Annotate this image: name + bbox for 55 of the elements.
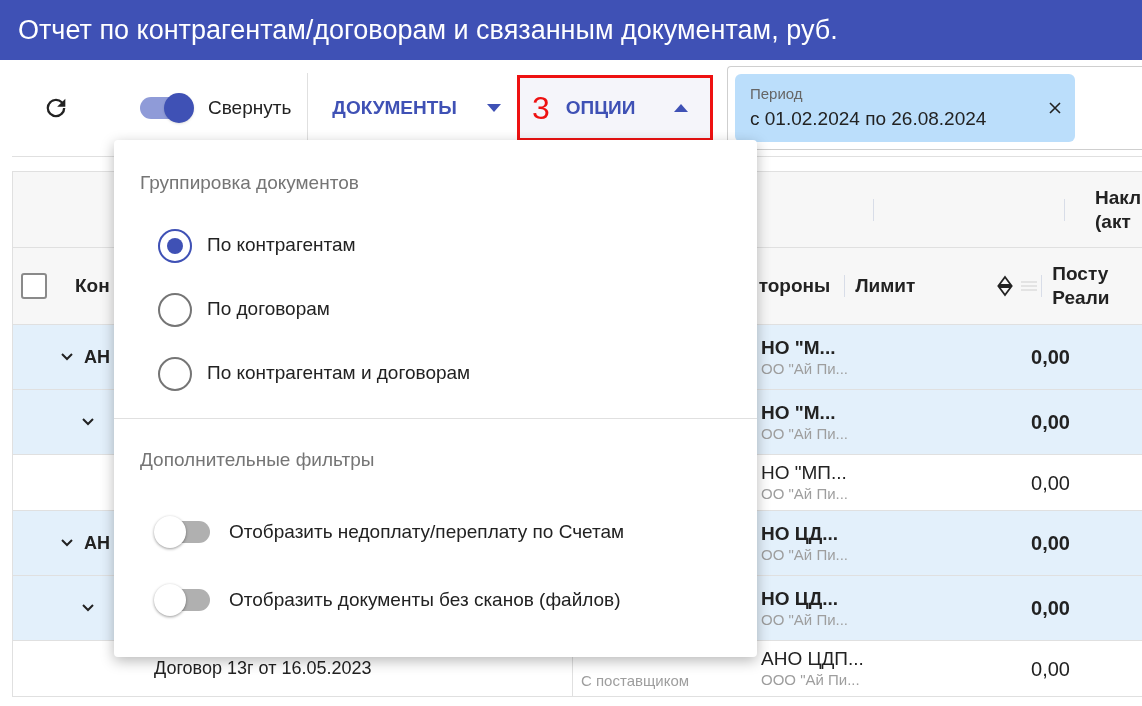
caret-icon [674,104,688,112]
party-name: ОО "Ай Пи... [761,424,850,444]
caret-icon [487,104,501,112]
party-name: НО ЦД... [761,586,840,611]
limit-value: 0,00 [1031,345,1070,370]
close-icon[interactable] [1049,102,1061,114]
row-name: Договор 13г от 16.05.2023 [154,657,372,680]
collapse-switch[interactable] [140,94,196,122]
limit-value: 0,00 [1031,596,1070,621]
party-name: АНО ЦДП... [761,647,865,671]
toggle-switch[interactable] [154,515,212,549]
party-name: НО ЦД... [761,521,840,546]
limit-value: 0,00 [1031,410,1070,435]
row-name: АН [84,531,110,555]
radio-label[interactable]: По контрагентам и договорам [207,359,471,388]
radio-label[interactable]: По договорам [207,295,330,324]
filter-label[interactable]: Отобразить недоплату/переплату по Счетам [229,517,625,547]
chip-value: с 01.02.2024 по 26.08.2024 [750,107,987,131]
chip-label: Период [750,83,804,104]
party-name: ОО "Ай Пи... [761,359,850,379]
column-header: Кон [75,273,110,298]
radio-button[interactable] [158,228,192,263]
party-name: ООО "Ай Пи... [761,671,861,690]
party-name: ОО "Ай Пи... [761,545,850,565]
select-all-checkbox[interactable] [21,273,47,299]
documents-menu-button[interactable]: ДОКУМЕНТЫ [332,75,511,141]
step-number: 3 [532,89,550,128]
party-name: НО "М... [761,335,837,360]
collapse-label: Свернуть [208,95,292,120]
limit-value: 0,00 [1031,656,1070,682]
party-name: ОО "Ай Пи... [761,485,850,504]
radio-button[interactable] [158,356,192,391]
limit-value: 0,00 [1031,531,1070,556]
radio-label[interactable]: По контрагентам [207,231,356,260]
column-header: Посту [1052,262,1110,286]
period-field[interactable]: Период с 01.02.2024 по 26.08.2024 [727,66,1142,150]
party-name: НО "МП... [761,461,848,485]
party-name: НО "М... [761,400,837,425]
sort-icon[interactable] [997,275,1014,297]
column-header: тороны [758,273,831,298]
limit-value: 0,00 [1031,470,1070,496]
column-header: Накл [1095,185,1142,210]
party-name: ОО "Ай Пи... [761,610,850,630]
section-heading: Дополнительные фильтры [140,447,376,472]
options-menu-button[interactable]: 3 ОПЦИИ [517,75,713,141]
window-title: Отчет по контрагентам/договорам и связанным документам, руб. [18,13,838,47]
contract-type: С поставщиком [581,670,691,691]
toggle-switch[interactable] [154,583,212,617]
radio-button[interactable] [158,292,192,327]
column-header: Реали [1052,286,1110,310]
column-header: (акт [1095,209,1132,234]
section-heading: Группировка документов [140,171,360,195]
column-header: Лимит [855,273,916,298]
row-name: АН [84,345,110,369]
filter-label[interactable]: Отобразить документы без сканов (файлов) [229,585,621,615]
